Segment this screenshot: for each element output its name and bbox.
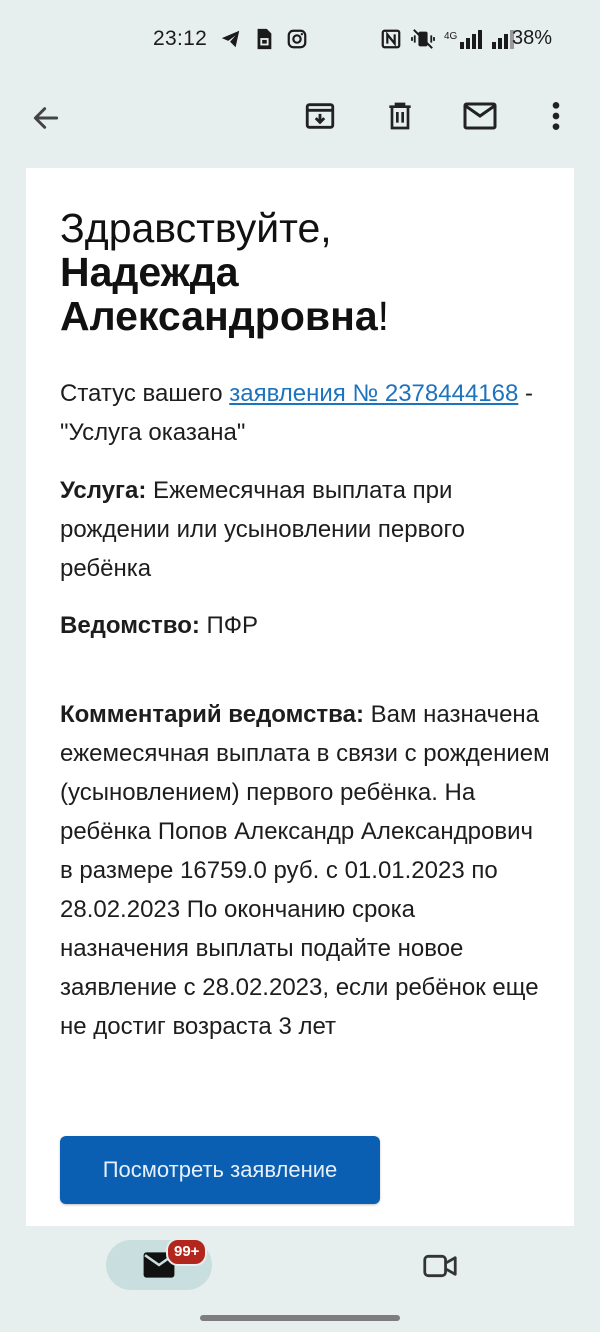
- status-right-icons: 4G: [380, 28, 515, 55]
- greeting-exclamation: !: [377, 293, 390, 339]
- department-comment: Комментарий ведомства: Вам назначена еже…: [60, 695, 550, 1046]
- service-info: Услуга: Ежемесячная выплата при рождении…: [60, 471, 550, 588]
- network-type-label: 4G: [444, 31, 458, 42]
- greeting: Здравствуйте, Надежда Александровна!: [60, 206, 540, 338]
- service-label: Услуга:: [60, 477, 147, 504]
- archive-button[interactable]: [296, 92, 344, 140]
- application-link[interactable]: заявления № 2378444168: [229, 380, 518, 407]
- mail-icon: [463, 102, 497, 130]
- comment-value: Вам назначена ежемесячная выплата в связ…: [60, 701, 550, 1040]
- archive-icon: [305, 103, 335, 129]
- view-application-button[interactable]: Посмотреть заявление: [60, 1136, 380, 1204]
- more-options-button[interactable]: [532, 92, 580, 140]
- recipient-name: Надежда Александровна: [60, 249, 378, 339]
- nav-meet-tab[interactable]: [416, 1242, 464, 1290]
- unread-count-badge: 99+: [166, 1238, 208, 1266]
- status-prefix: Статус вашего: [60, 380, 230, 407]
- email-toolbar: [0, 80, 600, 168]
- status-bar: 23:12 4G 38%: [0, 0, 600, 80]
- more-icon: [552, 102, 560, 130]
- department-info: Ведомство: ПФР: [60, 606, 550, 645]
- email-body: Здравствуйте, Надежда Александровна! Ста…: [26, 168, 574, 1226]
- department-value: ПФР: [199, 612, 259, 639]
- back-arrow-icon: [33, 107, 59, 129]
- greeting-line: Здравствуйте,: [60, 205, 332, 251]
- nfc-icon: [380, 28, 402, 55]
- screen: 23:12 4G 38% Здравствуйте, Надежда Алекс…: [0, 0, 600, 1332]
- back-button[interactable]: [22, 94, 70, 142]
- telegram-icon: [220, 28, 242, 55]
- mark-unread-button[interactable]: [456, 92, 504, 140]
- delete-icon: [389, 102, 411, 130]
- status-left-icons: [220, 28, 308, 55]
- video-camera-icon: [423, 1254, 457, 1278]
- signal-icon: [459, 28, 483, 55]
- vibrate-icon: [410, 28, 436, 55]
- delete-button[interactable]: [376, 92, 424, 140]
- department-label: Ведомство:: [60, 612, 200, 639]
- instagram-icon: [286, 28, 308, 55]
- battery-level: 38%: [512, 27, 553, 49]
- bottom-navigation: 99+: [0, 1226, 600, 1332]
- comment-label: Комментарий ведомства:: [60, 701, 364, 728]
- status-time: 23:12: [153, 27, 208, 50]
- sim-card-icon: [254, 28, 274, 55]
- application-status: Статус вашего заявления № 2378444168 - "…: [60, 374, 550, 452]
- home-indicator[interactable]: [200, 1315, 400, 1321]
